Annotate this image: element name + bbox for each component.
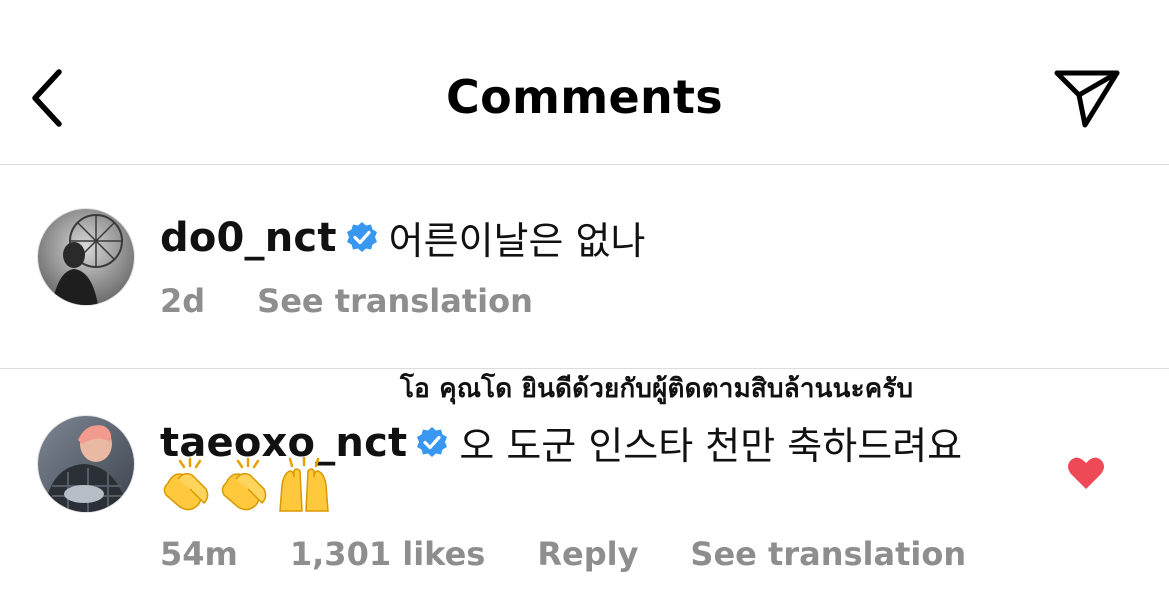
comment-meta: 2d See translation <box>160 282 585 320</box>
see-translation-link[interactable]: See translation <box>690 535 966 573</box>
header-bar: Comments <box>0 0 1169 165</box>
comment-item: do0_nct 어른이날은 없나 2d See translation <box>0 164 1169 368</box>
comment-meta: 54m 1,301 likes Reply See translation <box>160 535 1018 573</box>
avatar-image <box>38 416 134 512</box>
verified-badge-icon <box>415 426 449 460</box>
avatar-image <box>38 209 134 305</box>
share-button[interactable] <box>1051 64 1123 132</box>
like-button[interactable] <box>1066 453 1106 493</box>
comment-line: do0_nct 어른이날은 없나 <box>160 210 645 265</box>
likes-count-link[interactable]: 1,301 likes <box>290 535 485 573</box>
timestamp: 54m <box>160 535 238 573</box>
see-translation-link[interactable]: See translation <box>257 282 533 320</box>
comment-text: 오 도군 인스타 천만 축하드려요 <box>459 424 963 468</box>
timestamp: 2d <box>160 282 206 320</box>
avatar[interactable] <box>37 208 135 306</box>
emoji-row <box>160 457 338 513</box>
reply-button[interactable]: Reply <box>537 535 638 573</box>
comments-screen: Comments do0_nct 어른이날은 없나 2d See transla… <box>0 0 1169 613</box>
paper-plane-icon <box>1054 70 1120 128</box>
avatar[interactable] <box>37 415 135 513</box>
raising-hands-icon <box>279 457 329 512</box>
comment-item: taeoxo_nct 오 도군 인스타 천만 축하드려요 54m 1,301 l… <box>0 369 1169 613</box>
page-title: Comments <box>446 70 723 124</box>
verified-badge-icon <box>345 221 379 255</box>
heart-filled-icon <box>1068 457 1104 489</box>
username[interactable]: do0_nct <box>160 215 337 261</box>
clapping-hands-icon <box>163 457 209 511</box>
comment-text: 어른이날은 없나 <box>388 219 646 263</box>
clapping-hands-icon <box>221 457 267 511</box>
